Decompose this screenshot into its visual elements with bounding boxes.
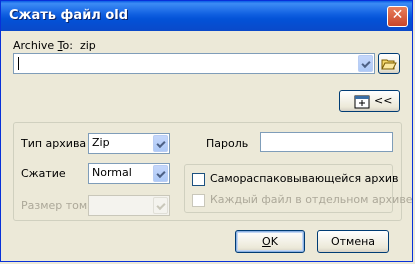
archive-type-select[interactable]: Zip	[88, 133, 170, 154]
chevron-down-icon[interactable]	[153, 135, 168, 152]
cancel-button[interactable]: Отмена	[317, 230, 389, 253]
browse-folder-button[interactable]	[378, 53, 400, 74]
archive-type-label: Тип архива	[21, 137, 87, 150]
window-title: Сжать файл old	[9, 8, 129, 23]
password-label: Пароль	[206, 137, 249, 150]
ok-mnemonic: O	[262, 235, 271, 248]
options-toggle-label: <<	[374, 94, 393, 107]
volume-size-label: Размер тома	[21, 199, 94, 212]
chevron-down-icon[interactable]	[358, 55, 373, 72]
options-toggle-button[interactable]: <<	[339, 90, 400, 112]
self-extracting-label[interactable]: Самораспаковывающейся архив	[210, 172, 398, 185]
chevron-down-icon[interactable]	[153, 165, 168, 182]
each-file-separate-label: Каждый файл в отдельном архиве	[210, 193, 413, 206]
self-extracting-checkbox[interactable]	[192, 173, 205, 186]
chevron-down-icon	[153, 197, 168, 214]
close-button[interactable]: ✕	[387, 6, 408, 27]
title-bar[interactable]: Сжать файл old ✕	[1, 1, 412, 31]
archive-format-text: zip	[79, 39, 96, 52]
archive-icon	[354, 95, 370, 109]
archive-type-value: Zip	[92, 136, 110, 149]
close-icon: ✕	[391, 7, 404, 23]
password-input[interactable]	[260, 132, 393, 152]
folder-open-icon	[381, 59, 397, 70]
cancel-button-label: Отмена	[330, 235, 376, 248]
archive-to-label: Archive To: zip	[13, 39, 96, 52]
text-cursor	[18, 57, 19, 70]
compress-dialog: Сжать файл old ✕ Archive To: zip << Тип …	[0, 0, 413, 262]
ok-rest: K	[270, 235, 278, 248]
ok-button[interactable]: OK	[235, 230, 305, 253]
archive-path-combo[interactable]	[13, 53, 375, 74]
volume-size-select[interactable]	[88, 195, 170, 216]
compression-label: Сжатие	[21, 167, 66, 180]
each-file-separate-checkbox[interactable]	[192, 194, 205, 207]
archive-to-label-suffix: o:	[62, 39, 73, 52]
compression-select[interactable]: Normal	[88, 163, 170, 184]
archive-to-label-prefix: Archive	[13, 39, 58, 52]
ok-button-label: OK	[262, 235, 278, 248]
compression-value: Normal	[92, 166, 132, 179]
